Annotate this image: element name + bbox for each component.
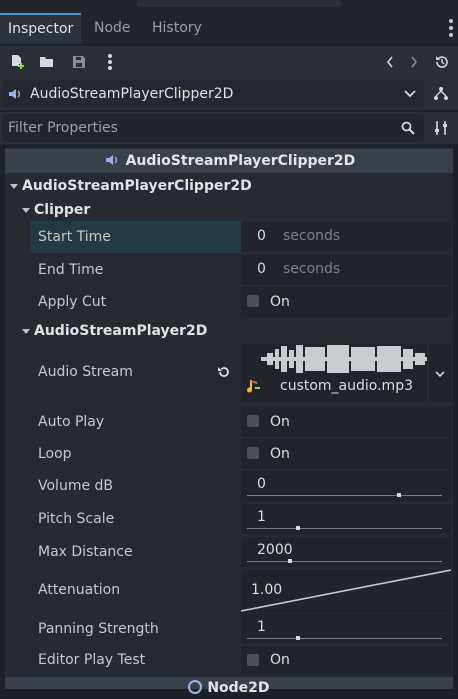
property-apply-cut: Apply Cut On — [30, 286, 451, 318]
end-time-field[interactable]: 0 seconds — [241, 255, 451, 285]
slider-grabber[interactable] — [295, 636, 300, 640]
history-back-icon[interactable] — [383, 53, 397, 71]
node-tree-icon[interactable] — [432, 85, 450, 103]
property-label: Pitch Scale — [38, 511, 115, 527]
property-start-time: Start Time 0 seconds — [30, 221, 451, 253]
property-label: Panning Strength — [38, 621, 159, 637]
slider-track — [247, 528, 442, 529]
chevron-down-icon — [10, 184, 18, 189]
history-forward-icon[interactable] — [407, 53, 421, 71]
property-auto-play: Auto Play On — [30, 406, 451, 438]
property-loop: Loop On — [30, 438, 451, 470]
property-label: Volume dB — [38, 478, 114, 494]
class-header: AudioStreamPlayerClipper2D — [5, 149, 453, 173]
slider-grabber[interactable] — [287, 559, 292, 563]
chevron-down-icon — [22, 329, 30, 334]
panning-strength-slider[interactable]: 1 — [241, 614, 451, 644]
chevron-down-icon — [435, 371, 445, 377]
audio-stream-resource[interactable]: custom_audio.mp3 — [241, 344, 427, 402]
node2d-icon — [188, 680, 203, 694]
section-main[interactable]: AudioStreamPlayerClipper2D — [5, 174, 453, 198]
audio-stream-dropdown[interactable] — [429, 344, 451, 402]
audio-speaker-icon — [103, 151, 121, 165]
property-label: Start Time — [38, 229, 111, 245]
object-selector-row: AudioStreamPlayerClipper2D — [0, 78, 458, 110]
top-strip — [0, 0, 458, 13]
property-pitch-scale: Pitch Scale 1 — [30, 503, 451, 535]
checkbox-box — [247, 654, 259, 666]
more-options-icon[interactable] — [104, 52, 116, 72]
property-label: Apply Cut — [38, 294, 107, 310]
property-label: Loop — [38, 446, 72, 462]
property-panning-strength: Panning Strength 1 — [30, 613, 451, 645]
property-volume-db: Volume dB 0 — [30, 470, 451, 502]
max-distance-slider[interactable]: 2000 — [241, 537, 451, 567]
class-header-node2d[interactable]: Node2D — [5, 677, 453, 696]
section-audio-stream-player[interactable]: AudioStreamPlayer2D — [17, 319, 453, 343]
inspector-settings-icon[interactable] — [432, 119, 450, 137]
dock-tab-bar: Inspector Node History — [0, 13, 458, 44]
filter-placeholder: Filter Properties — [8, 120, 118, 136]
property-label: Editor Play Test — [38, 652, 146, 668]
volume-db-slider[interactable]: 0 — [241, 471, 451, 501]
checkbox-box — [247, 447, 259, 459]
slider-grabber[interactable] — [397, 493, 402, 497]
inspector-properties-panel: AudioStreamPlayerClipper2D AudioStreamPl… — [5, 148, 453, 689]
object-selector[interactable]: AudioStreamPlayerClipper2D — [2, 80, 424, 108]
slider-track — [247, 495, 442, 496]
chevron-down-icon — [22, 208, 30, 213]
audio-file-icon — [245, 378, 261, 394]
tab-inspector[interactable]: Inspector — [0, 13, 82, 44]
checkbox-box — [247, 415, 259, 427]
inspector-toolbar — [0, 46, 458, 78]
search-icon — [400, 120, 416, 136]
section-main-label: AudioStreamPlayerClipper2D — [22, 178, 252, 194]
section-clipper-label: Clipper — [34, 202, 91, 218]
start-time-field[interactable]: 0 seconds — [241, 222, 451, 252]
slider-track — [247, 638, 442, 639]
checkbox-box — [247, 295, 259, 307]
property-max-distance: Max Distance 2000 — [30, 536, 451, 568]
chevron-down-icon — [402, 86, 418, 102]
property-label: Audio Stream — [38, 364, 133, 380]
class-header-label: AudioStreamPlayerClipper2D — [5, 149, 453, 173]
open-folder-icon[interactable] — [38, 53, 56, 71]
section-player-label: AudioStreamPlayer2D — [34, 323, 208, 339]
object-selector-label: AudioStreamPlayerClipper2D — [30, 86, 234, 102]
tab-node[interactable]: Node — [86, 13, 139, 44]
audio-file-name: custom_audio.mp3 — [280, 378, 413, 394]
property-label: End Time — [38, 262, 104, 278]
dock-menu-icon[interactable] — [448, 19, 454, 37]
pitch-scale-slider[interactable]: 1 — [241, 504, 451, 534]
waveform-preview — [261, 345, 427, 373]
property-label: Attenuation — [38, 582, 121, 598]
property-label: Auto Play — [38, 414, 105, 430]
tab-history[interactable]: History — [144, 13, 210, 44]
property-label: Max Distance — [38, 544, 133, 560]
object-history-icon[interactable] — [433, 53, 451, 71]
slider-track — [247, 561, 442, 562]
filter-row: Filter Properties — [0, 112, 458, 144]
slider-grabber[interactable] — [295, 526, 300, 530]
audio-speaker-icon — [6, 85, 24, 103]
attenuation-curve-editor[interactable]: 1.00 — [241, 569, 451, 613]
auto-play-checkbox[interactable]: On — [241, 407, 451, 437]
property-editor-play-test: Editor Play Test On — [30, 645, 451, 675]
new-resource-icon[interactable] — [8, 53, 26, 71]
apply-cut-checkbox[interactable]: On — [241, 287, 451, 317]
editor-play-test-checkbox[interactable]: On — [241, 646, 451, 674]
save-icon[interactable] — [70, 53, 88, 71]
property-attenuation: Attenuation 1.00 — [30, 569, 451, 613]
section-clipper[interactable]: Clipper — [17, 198, 453, 222]
property-end-time: End Time 0 seconds — [30, 254, 451, 286]
revert-icon[interactable] — [216, 364, 232, 380]
drag-grip[interactable] — [137, 0, 341, 7]
loop-checkbox[interactable]: On — [241, 439, 451, 469]
filter-properties-input[interactable]: Filter Properties — [2, 114, 424, 142]
property-audio-stream: Audio Stream custom_audio.mp3 — [30, 344, 451, 404]
